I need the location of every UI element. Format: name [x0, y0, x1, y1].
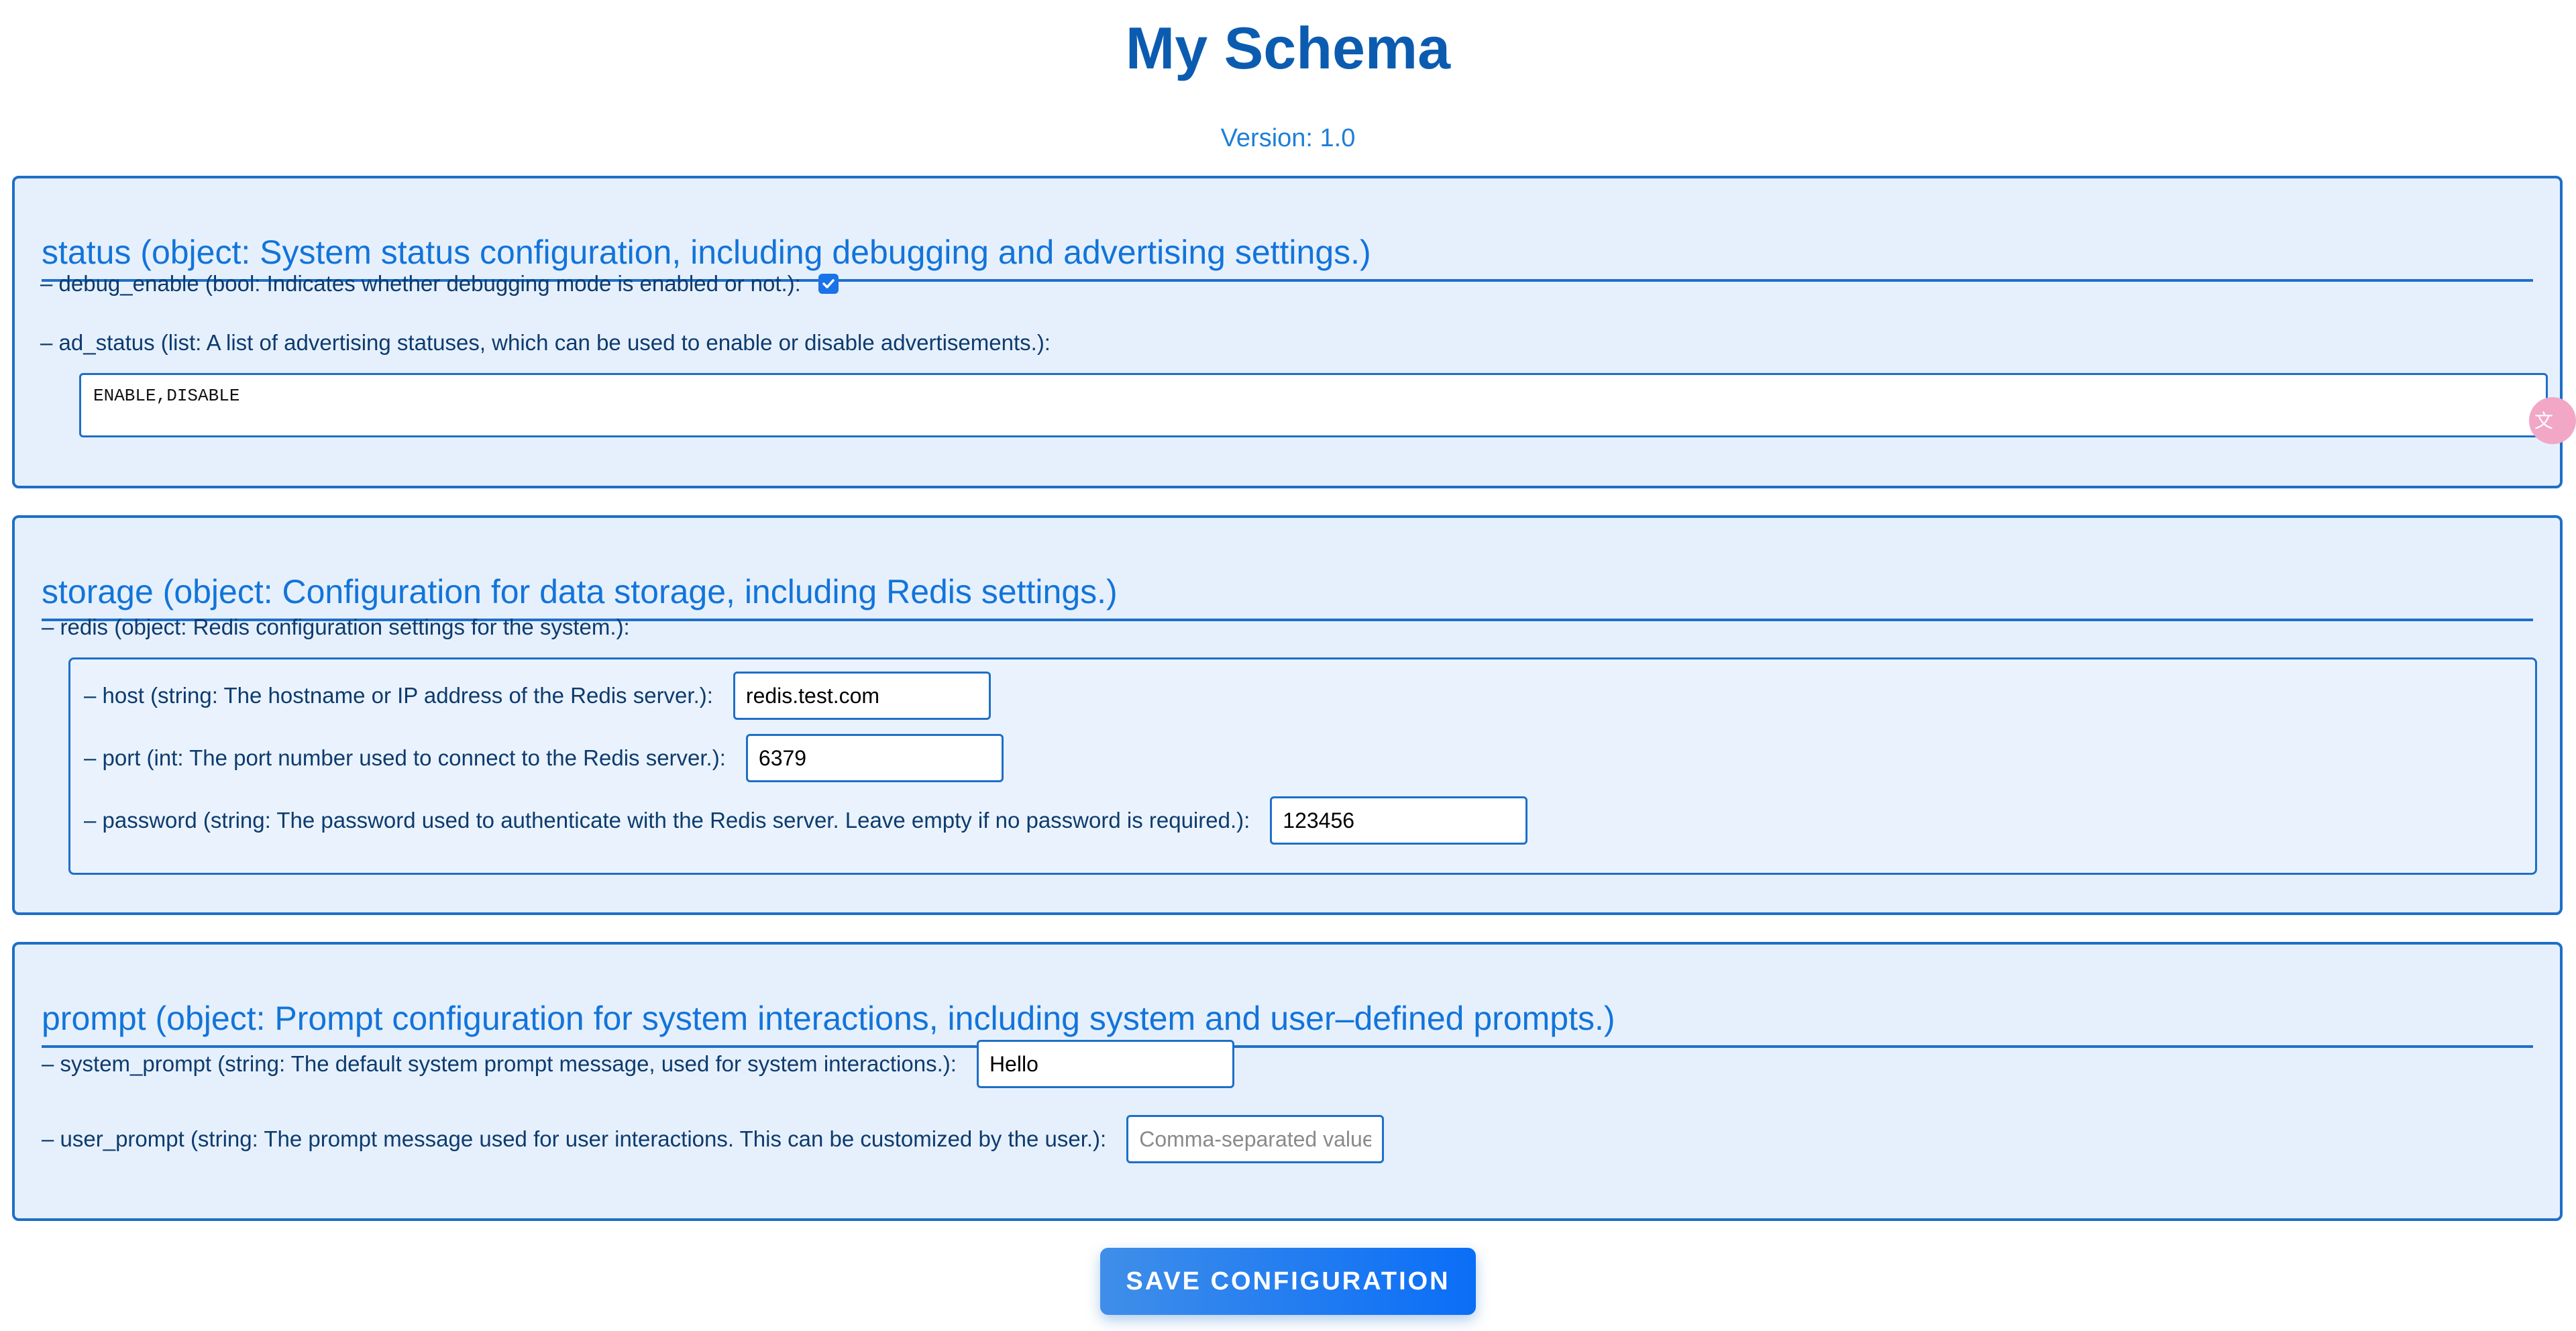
- password-input[interactable]: [1270, 796, 1528, 845]
- translate-icon[interactable]: 文: [2529, 397, 2576, 444]
- ad-status-row: – ad_status (list: A list of advertising…: [40, 330, 1071, 356]
- host-row: – host (string: The hostname or IP addre…: [84, 672, 991, 720]
- storage-section: storage (object: Configuration for data …: [12, 515, 2563, 915]
- checkmark-icon: [822, 279, 835, 288]
- port-label: – port (int: The port number used to con…: [84, 745, 726, 770]
- redis-subsection: – host (string: The hostname or IP addre…: [68, 657, 2537, 875]
- page-title: My Schema: [1125, 15, 1451, 81]
- debug-enable-row: – debug_enable (bool: Indicates whether …: [40, 271, 839, 297]
- ad-status-label: – ad_status (list: A list of advertising…: [40, 330, 1051, 355]
- save-configuration-button[interactable]: SAVE CONFIGURATION: [1100, 1248, 1476, 1315]
- svg-text:文: 文: [2534, 410, 2553, 432]
- debug-enable-checkbox[interactable]: [818, 274, 839, 294]
- password-label: – password (string: The password used to…: [84, 808, 1250, 833]
- section-title-storage: storage (object: Configuration for data …: [42, 572, 2533, 621]
- redis-label: – redis (object: Redis configuration set…: [42, 615, 630, 639]
- port-row: – port (int: The port number used to con…: [84, 734, 1004, 782]
- user-prompt-input[interactable]: [1126, 1115, 1385, 1163]
- host-input[interactable]: [733, 672, 991, 720]
- port-input[interactable]: [745, 734, 1004, 782]
- version-label: Version: 1.0: [1220, 124, 1356, 152]
- host-label: – host (string: The hostname or IP addre…: [84, 683, 713, 708]
- redis-row: – redis (object: Redis configuration set…: [42, 615, 650, 640]
- debug-enable-label: – debug_enable (bool: Indicates whether …: [40, 271, 801, 296]
- ad-status-textarea[interactable]: [79, 373, 2548, 437]
- prompt-section: prompt (object: Prompt configuration for…: [12, 942, 2563, 1221]
- user-prompt-row: – user_prompt (string: The prompt messag…: [42, 1115, 1385, 1163]
- system-prompt-label: – system_prompt (string: The default sys…: [42, 1051, 957, 1076]
- password-row: – password (string: The password used to…: [84, 796, 1528, 845]
- user-prompt-label: – user_prompt (string: The prompt messag…: [42, 1126, 1107, 1151]
- system-prompt-input[interactable]: [976, 1040, 1234, 1088]
- system-prompt-row: – system_prompt (string: The default sys…: [42, 1040, 1234, 1088]
